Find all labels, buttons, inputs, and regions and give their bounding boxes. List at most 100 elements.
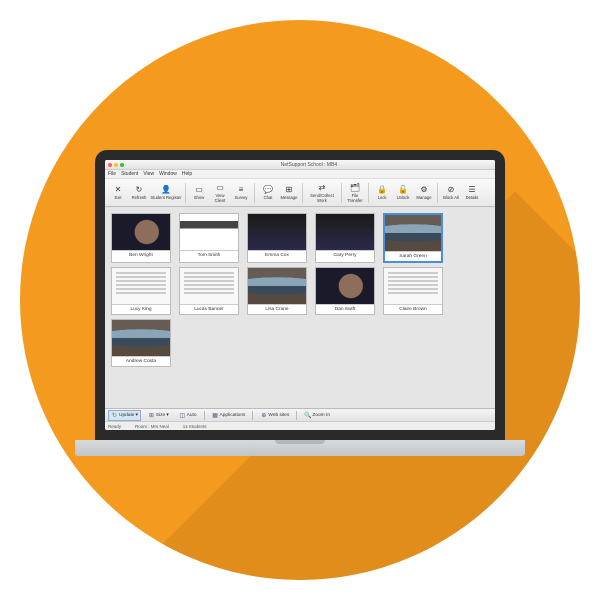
exit-button[interactable]: ✕Exit — [108, 184, 128, 200]
separator — [296, 411, 297, 420]
window-controls — [108, 163, 124, 167]
status-count: 11 Students — [183, 424, 207, 429]
student-screen-preview — [112, 214, 170, 250]
toolbar-label: Message — [281, 196, 298, 200]
applications-button[interactable]: ▦ Applications — [209, 410, 249, 421]
student-screen-preview — [112, 268, 170, 304]
toolbar-separator — [302, 183, 303, 203]
toolbar-label: Unlock — [397, 196, 410, 200]
student-screen-preview — [316, 214, 374, 250]
student-thumbnail[interactable]: Ben Wright — [111, 213, 171, 263]
websites-button[interactable]: ⊕ Web sites — [257, 410, 292, 421]
auto-button[interactable]: ◫ Auto — [176, 410, 200, 421]
refresh-icon: ↻ — [111, 412, 118, 419]
titlebar: NetSupport School : MB4 — [105, 160, 495, 170]
toolbar-label: Lock — [378, 196, 387, 200]
student-screen-preview — [248, 268, 306, 304]
student-thumbnail[interactable]: Claire Brown — [383, 267, 443, 315]
block-all-icon: ⊘ — [446, 184, 457, 195]
toolbar-separator — [185, 183, 186, 203]
student-register-button[interactable]: 👤Student Register — [150, 184, 182, 200]
survey-button[interactable]: ≡Survey — [231, 184, 251, 200]
update-label: Update — [119, 413, 134, 418]
details-button[interactable]: ☰Details — [462, 184, 482, 200]
globe-icon: ⊕ — [260, 412, 267, 419]
send-collect-work-button[interactable]: ⇄Send/Collect Work — [306, 182, 338, 202]
student-screen-preview — [112, 320, 170, 356]
student-thumbnail[interactable]: Lucy King — [111, 267, 171, 315]
screen-bezel: NetSupport School : MB4 File Student Vie… — [95, 150, 505, 440]
toolbar-label: Block All — [443, 196, 459, 200]
toolbar-label: Chat — [264, 196, 273, 200]
applications-label: Applications — [220, 413, 246, 418]
zoom-icon[interactable] — [120, 163, 124, 167]
minimize-icon[interactable] — [114, 163, 118, 167]
status-ready: Ready — [108, 424, 121, 429]
message-button[interactable]: ⊞Message — [279, 184, 299, 200]
laptop-base — [75, 440, 525, 456]
chat-icon: 💬 — [263, 184, 274, 195]
websites-label: Web sites — [268, 413, 289, 418]
message-icon: ⊞ — [284, 184, 295, 195]
view-controls-bar: ↻ Update ▾ ⊞ Size ▾ ◫ Auto ▦ Application… — [105, 408, 495, 421]
status-room: Room : Mrs Neal — [135, 424, 169, 429]
toolbar-separator — [368, 183, 369, 203]
zoom-label: Zoom In — [312, 413, 330, 418]
refresh-icon: ↻ — [134, 184, 145, 195]
student-thumbnail[interactable]: Tom Smith — [179, 213, 239, 263]
separator — [252, 411, 253, 420]
student-name-label: Lisa Crane — [248, 304, 306, 314]
student-register-icon: 👤 — [161, 184, 172, 195]
show-button[interactable]: ▭Show — [189, 184, 209, 200]
student-thumbnail[interactable]: Dan Swift — [315, 267, 375, 315]
student-thumbnail[interactable]: Lisa Crane — [247, 267, 307, 315]
survey-icon: ≡ — [236, 184, 247, 195]
student-name-label: Emma Cox — [248, 250, 306, 260]
status-bar: Ready Room : Mrs Neal 11 Students — [105, 421, 495, 430]
menu-window[interactable]: Window — [159, 171, 177, 177]
student-name-label: Lucas Banner — [180, 304, 238, 314]
toolbar: ✕Exit↻Refresh👤Student Register ▭Show▭View… — [105, 179, 495, 207]
menu-file[interactable]: File — [108, 171, 116, 177]
toolbar-label: View Client — [210, 194, 230, 202]
student-thumbnail[interactable]: Lucas Banner — [179, 267, 239, 315]
manage-button[interactable]: ⚙Manage — [414, 184, 434, 200]
unlock-button[interactable]: 🔓Unlock — [393, 184, 413, 200]
size-icon: ⊞ — [148, 412, 155, 419]
student-grid: Ben WrightTom Smith Emma Cox Gary Perry Sar… — [105, 207, 495, 408]
student-screen-preview — [385, 215, 441, 251]
student-thumbnail[interactable]: Emma Cox — [247, 213, 307, 263]
menu-help[interactable]: Help — [182, 171, 192, 177]
chevron-down-icon: ▾ — [135, 413, 137, 418]
toolbar-label: Show — [194, 196, 204, 200]
exit-icon: ✕ — [113, 184, 124, 195]
chat-button[interactable]: 💬Chat — [258, 184, 278, 200]
file-transfer-icon: 🗂 — [350, 182, 361, 193]
toolbar-label: Send/Collect Work — [306, 194, 338, 202]
auto-label: Auto — [187, 413, 197, 418]
student-name-label: Sarah Green — [385, 251, 441, 261]
menu-view[interactable]: View — [143, 171, 154, 177]
zoom-in-button[interactable]: 🔍 Zoom In — [301, 410, 333, 421]
student-screen-preview — [180, 214, 238, 250]
menubar: File Student View Window Help — [105, 170, 495, 179]
student-thumbnail[interactable]: Andrew Costa — [111, 319, 171, 367]
view-client-button[interactable]: ▭View Client — [210, 182, 230, 202]
block-all-button[interactable]: ⊘Block All — [441, 184, 461, 200]
student-name-label: Claire Brown — [384, 304, 442, 314]
lock-icon: 🔒 — [377, 184, 388, 195]
update-button[interactable]: ↻ Update ▾ — [108, 410, 141, 421]
toolbar-label: Details — [466, 196, 479, 200]
magnify-icon: 🔍 — [304, 412, 311, 419]
app-window: NetSupport School : MB4 File Student Vie… — [105, 160, 495, 430]
window-title: NetSupport School : MB4 — [126, 162, 492, 168]
file-transfer-button[interactable]: 🗂File Transfer — [345, 182, 365, 202]
student-thumbnail[interactable]: Gary Perry — [315, 213, 375, 263]
refresh-button[interactable]: ↻Refresh — [129, 184, 149, 200]
size-button[interactable]: ⊞ Size ▾ — [145, 410, 172, 421]
lock-button[interactable]: 🔒Lock — [372, 184, 392, 200]
size-label: Size — [156, 413, 165, 418]
menu-student[interactable]: Student — [121, 171, 138, 177]
student-thumbnail[interactable]: Sarah Green — [383, 213, 443, 263]
close-icon[interactable] — [108, 163, 112, 167]
